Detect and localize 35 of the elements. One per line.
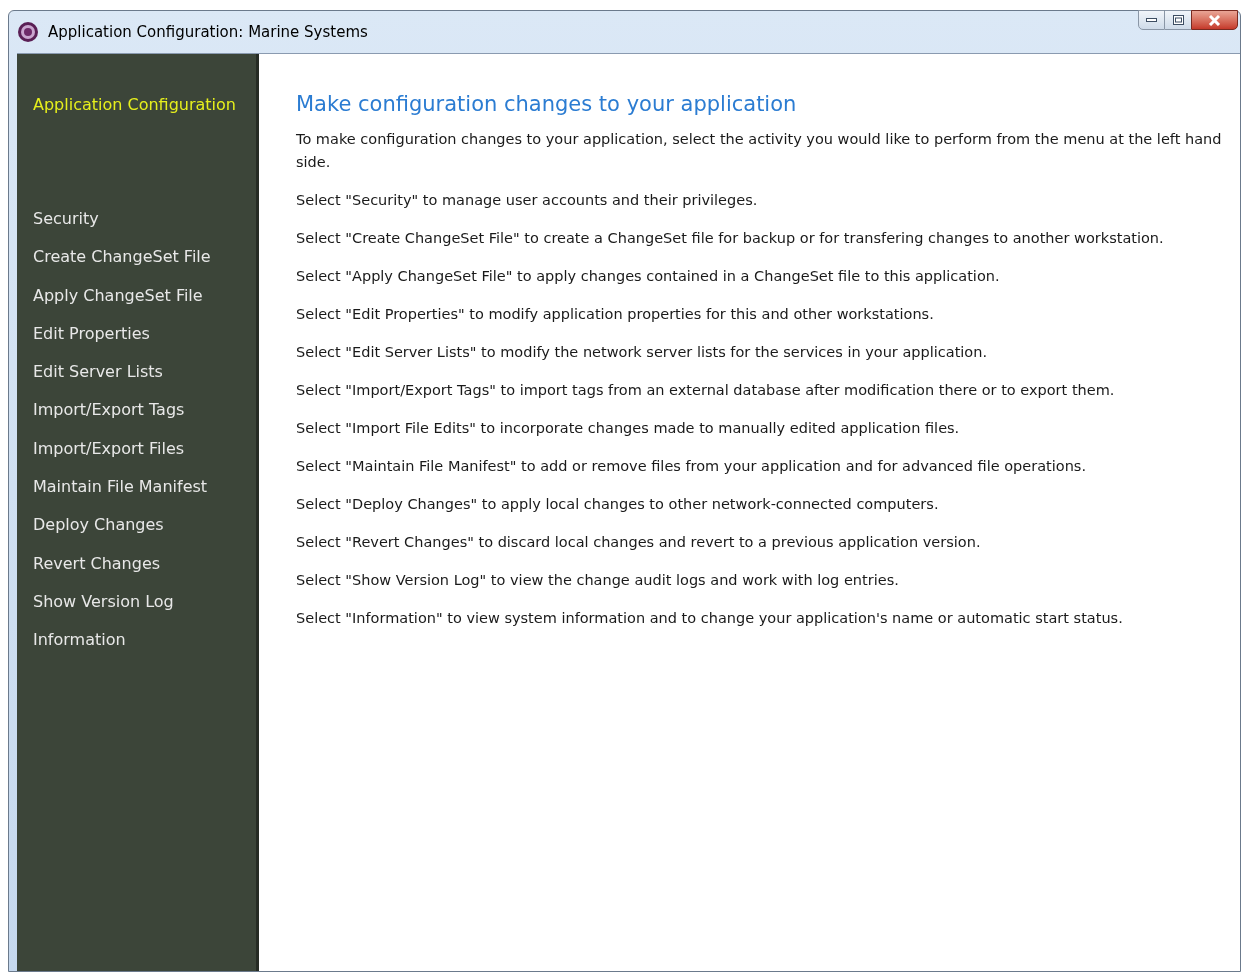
description-text: Select "Maintain File Manifest" to add or remove files from your application and for advanced file operations. — [296, 457, 1087, 476]
minimize-button[interactable] — [1138, 10, 1165, 30]
description-text: Select "Import File Edits" to incorporate changes made to manually edited application files. — [296, 419, 961, 438]
description-text: To make configuration changes to your application, select the activity you would like to perform from the menu at the left hand side. — [296, 130, 1223, 172]
window-title: Application Configuration: Marine Systems — [48, 21, 368, 43]
sidebar-link[interactable]: Edit Properties — [33, 320, 150, 360]
sidebar-link[interactable]: Import/Export Files — [33, 435, 185, 475]
sidebar-link[interactable]: Maintain File Manifest — [33, 474, 208, 513]
description-text: Select "Apply ChangeSet File" to apply changes contained in a ChangeSet file to this application. — [296, 267, 1001, 286]
description-text: Select "Edit Properties" to modify application properties for this and other workstations. — [296, 305, 935, 324]
sidebar-link[interactable]: Security — [33, 206, 99, 245]
sidebar-link[interactable]: Revert Changes — [33, 550, 161, 589]
content-heading: Make configuration changes to your application — [296, 91, 798, 118]
maximize-icon — [1172, 15, 1184, 25]
sidebar-link[interactable]: Create ChangeSet File — [33, 244, 211, 283]
close-icon — [1208, 14, 1221, 26]
maximize-button[interactable] — [1165, 10, 1191, 30]
description-text: Select "Security" to manage user accounts and their privileges. — [296, 191, 759, 210]
close-button[interactable] — [1191, 10, 1238, 30]
sidebar-link[interactable]: Show Version Log — [33, 588, 174, 628]
description-text: Select "Revert Changes" to discard local changes and revert to a previous application version. — [296, 533, 982, 552]
description-text: Select "Show Version Log" to view the change audit logs and work with log entries. — [296, 571, 900, 590]
sidebar-heading: Application Configuration — [33, 94, 237, 116]
sidebar-link[interactable]: Apply ChangeSet File — [33, 282, 203, 321]
sidebar-link[interactable]: Deploy Changes — [33, 512, 164, 551]
app-icon — [17, 21, 39, 43]
description-text: Select "Import/Export Tags" to import tags from an external database after modification there or to export them. — [296, 381, 1116, 400]
description-text: Select "Deploy Changes" to apply local changes to other network-connected computers. — [296, 495, 940, 514]
description-text: Select "Create ChangeSet File" to create a ChangeSet file for backup or for transfering changes to another workstation. — [296, 229, 1165, 248]
description-text: Select "Information" to view system information and to change your application's name or automatic start status. — [296, 609, 1124, 628]
minimize-icon — [1146, 18, 1157, 22]
sidebar-link[interactable]: Edit Server Lists — [33, 359, 163, 398]
sidebar-link[interactable]: Import/Export Tags — [33, 397, 185, 436]
description-text: Select "Edit Server Lists" to modify the network server lists for the services in your application. — [296, 343, 989, 362]
sidebar-link[interactable]: Information — [33, 627, 126, 666]
